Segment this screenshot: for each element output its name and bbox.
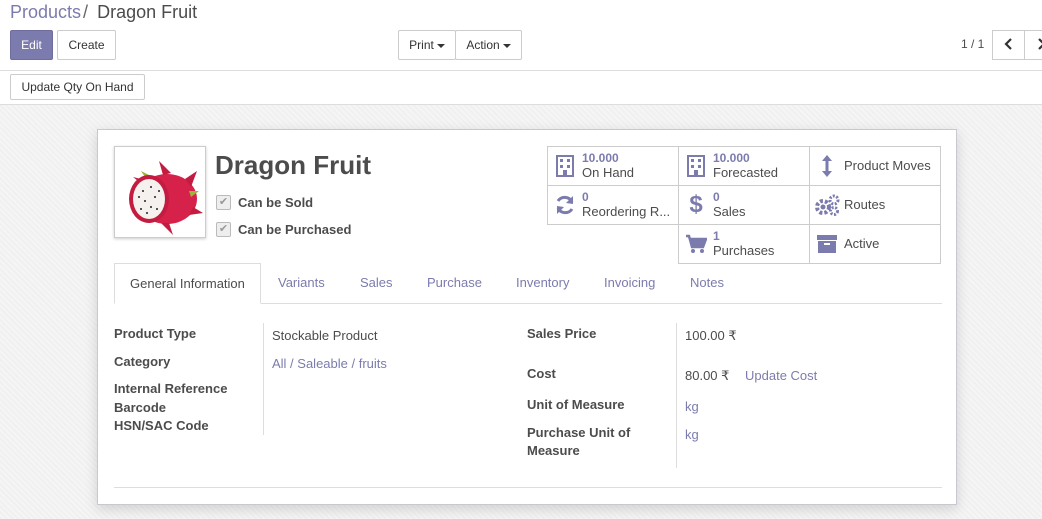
check-icon: ✔ [218, 196, 229, 208]
tab-inventory[interactable]: Inventory [516, 263, 569, 304]
breadcrumb: Products / Dragon Fruit [10, 2, 197, 23]
cogs-icon [815, 194, 840, 216]
purchases-label: Purchases [713, 243, 775, 259]
tab-notes[interactable]: Notes [690, 263, 724, 304]
forecasted-value: 10.000 [713, 151, 750, 165]
tab-sales[interactable]: Sales [360, 263, 393, 304]
can-be-purchased-label: Can be Purchased [238, 222, 352, 237]
purchase-uom-link[interactable]: kg [685, 427, 699, 442]
smart-buttons: 10.000 On Hand 10.000 Forecasted Product M… [547, 146, 942, 264]
print-label: Print [409, 38, 434, 52]
pager-next-button[interactable] [1024, 30, 1042, 60]
forecasted-label: Forecasted [713, 165, 779, 181]
can-be-sold-label: Can be Sold [238, 195, 314, 210]
cost-label: Cost [527, 366, 556, 381]
reordering-rules-button[interactable]: 0 Reordering R... [547, 185, 679, 225]
breadcrumb-separator: / [83, 2, 89, 22]
internal-reference-label: Internal Reference [114, 381, 228, 396]
hsn-sac-code-label: HSN/SAC Code [114, 418, 209, 433]
cost-value[interactable]: 80.00 ₹ [685, 368, 729, 384]
purchases-value: 1 [713, 229, 720, 243]
sales-price-label: Sales Price [527, 326, 597, 341]
product-moves-label: Product Moves [844, 158, 931, 174]
product-name: Dragon Fruit [215, 150, 371, 180]
update-cost-link[interactable]: Update Cost [745, 368, 817, 383]
dragon-fruit-image [129, 161, 203, 235]
sales-button[interactable]: $ 0 Sales [678, 185, 810, 225]
notebook-tabs: General Information Variants Sales Purch… [114, 263, 942, 304]
sheet-bottom-separator [114, 487, 942, 488]
on-hand-button[interactable]: 10.000 On Hand [547, 146, 679, 186]
routes-label: Routes [844, 197, 886, 213]
reordering-value: 0 [582, 190, 589, 204]
field-separator [676, 323, 677, 468]
product-image[interactable] [114, 146, 206, 238]
caret-down-icon [502, 43, 511, 48]
update-qty-on-hand-button[interactable]: Update Qty On Hand [10, 74, 145, 100]
product-type-label: Product Type [114, 326, 197, 341]
tab-purchase[interactable]: Purchase [427, 263, 482, 304]
on-hand-label: On Hand [582, 165, 635, 181]
building-icon [687, 155, 705, 177]
product-type-value[interactable]: Stockable Product [272, 328, 378, 343]
form-sheet: Dragon Fruit ✔ Can be Sold ✔ Can be Purc… [97, 129, 957, 505]
routes-button[interactable]: Routes [809, 185, 941, 225]
active-label: Active [844, 236, 880, 252]
category-link[interactable]: All / Saleable / fruits [272, 356, 387, 371]
building-icon [556, 155, 574, 177]
dollar-icon: $ [689, 191, 703, 218]
pager-previous-button[interactable] [992, 30, 1025, 60]
shopping-cart-icon [686, 234, 707, 253]
create-button[interactable]: Create [57, 30, 116, 60]
forecasted-button[interactable]: 10.000 Forecasted [678, 146, 810, 186]
pager-value[interactable]: 1 / 1 [961, 37, 984, 51]
product-moves-button[interactable]: Product Moves [809, 146, 941, 186]
reordering-label: Reordering R... [582, 204, 671, 220]
action-label: Action [466, 38, 500, 52]
caret-down-icon [436, 43, 445, 48]
sales-label: Sales [713, 204, 746, 220]
can-be-purchased-checkbox[interactable]: ✔ [216, 222, 231, 237]
purchases-button[interactable]: 1 Purchases [678, 224, 810, 264]
archive-icon [817, 235, 837, 253]
tab-invoicing[interactable]: Invoicing [604, 263, 655, 304]
field-separator [263, 323, 264, 435]
barcode-label: Barcode [114, 400, 167, 415]
unit-of-measure-link[interactable]: kg [685, 399, 699, 414]
breadcrumb-parent-link[interactable]: Products [10, 2, 81, 22]
sales-value: 0 [713, 190, 720, 204]
check-icon: ✔ [218, 223, 229, 235]
chevron-left-icon [1003, 38, 1012, 50]
chevron-right-icon [1037, 38, 1042, 50]
can-be-purchased-field: ✔ Can be Purchased [216, 222, 351, 237]
print-dropdown-button[interactable]: Print [398, 30, 456, 60]
refresh-icon [556, 195, 574, 215]
can-be-sold-field: ✔ Can be Sold [216, 195, 313, 210]
unit-of-measure-label: Unit of Measure [527, 397, 625, 412]
tab-general-information[interactable]: General Information [114, 263, 261, 304]
form-statusbar: Update Qty On Hand [0, 71, 1042, 104]
on-hand-value: 10.000 [582, 151, 619, 165]
edit-button[interactable]: Edit [10, 30, 53, 60]
purchase-uom-label-line1: Purchase Unit of [527, 425, 631, 440]
active-toggle-button[interactable]: Active [809, 224, 941, 264]
breadcrumb-current: Dragon Fruit [97, 2, 198, 22]
tab-variants[interactable]: Variants [278, 263, 325, 304]
arrows-vertical-icon [822, 155, 832, 177]
purchase-uom-label-line2: Measure [527, 443, 580, 458]
sales-price-value[interactable]: 100.00 ₹ [685, 328, 737, 344]
can-be-sold-checkbox[interactable]: ✔ [216, 195, 231, 210]
category-label: Category [114, 354, 171, 369]
action-dropdown-button[interactable]: Action [455, 30, 522, 60]
